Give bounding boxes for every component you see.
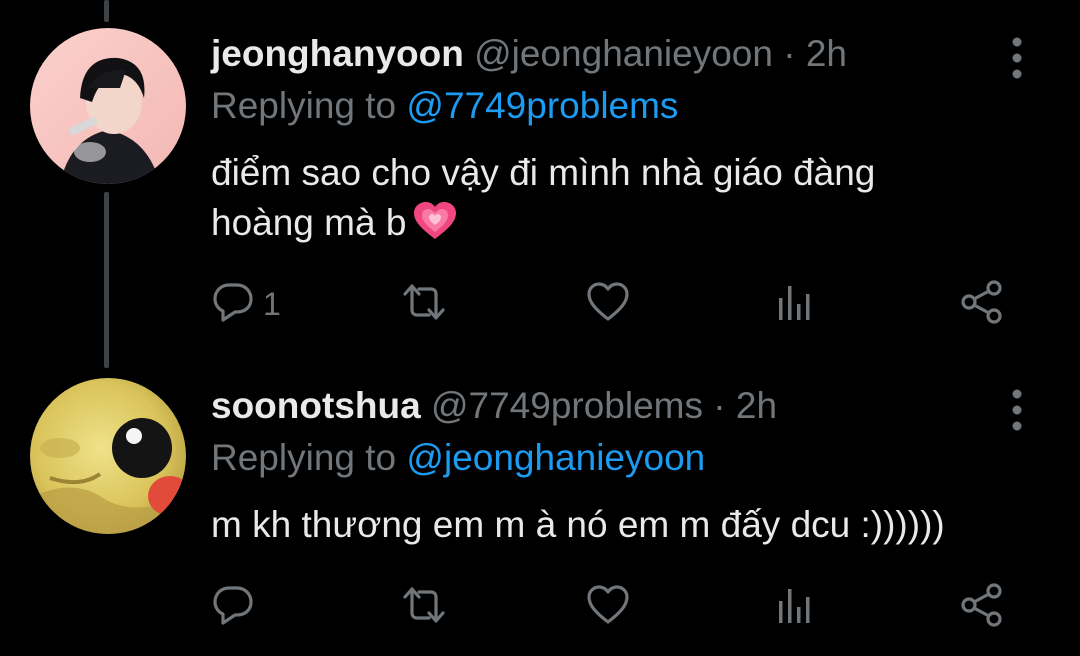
avatar[interactable] xyxy=(30,28,186,184)
reply-count: 1 xyxy=(263,285,281,322)
share-icon xyxy=(959,279,1005,330)
mention-link[interactable]: @7749problems xyxy=(406,85,678,126)
retweet-button[interactable] xyxy=(399,279,457,329)
retweet-icon xyxy=(399,280,449,329)
tweet-actions xyxy=(211,582,1031,632)
timestamp[interactable]: 2h xyxy=(806,33,847,74)
display-name[interactable]: soonotshua xyxy=(211,385,421,426)
tweet-text-line: m kh thương em m à nó em m đấy dcu :))))… xyxy=(211,504,945,545)
tweet-actions: 1 xyxy=(211,279,1031,329)
tweet-text: điểm sao cho vậy đi mình nhà giáo đàng h… xyxy=(211,148,1011,254)
more-icon[interactable] xyxy=(1004,388,1030,432)
analytics-icon xyxy=(775,583,815,632)
reply-button[interactable]: 1 xyxy=(211,279,281,329)
like-button[interactable] xyxy=(585,279,639,329)
reply-icon xyxy=(211,280,255,329)
like-icon xyxy=(585,583,631,632)
analytics-button[interactable] xyxy=(775,582,815,632)
tweet[interactable]: soonotshua @7749problems · 2h Replying t… xyxy=(0,360,1080,656)
reply-button[interactable] xyxy=(211,582,263,632)
reply-icon xyxy=(211,583,255,632)
more-icon[interactable] xyxy=(1004,36,1030,80)
avatar-image xyxy=(30,378,186,534)
share-icon xyxy=(959,582,1005,633)
tweet-header: jeonghanyoon @jeonghanieyoon · 2h xyxy=(211,30,847,78)
analytics-button[interactable] xyxy=(775,279,815,329)
analytics-icon xyxy=(775,280,815,329)
replying-prefix: Replying to xyxy=(211,85,397,126)
like-button[interactable] xyxy=(585,582,639,632)
retweet-icon xyxy=(399,583,449,632)
tweet-text-line: hoàng mà b xyxy=(211,198,1011,254)
separator-dot: · xyxy=(713,385,726,426)
tweet[interactable]: jeonghanyoon @jeonghanieyoon · 2h Replyi… xyxy=(0,0,1080,360)
replying-to: Replying to @jeonghanieyoon xyxy=(211,434,705,482)
timestamp[interactable]: 2h xyxy=(736,385,777,426)
user-handle[interactable]: @7749problems xyxy=(431,385,703,426)
growing-heart-emoji-icon xyxy=(412,201,458,254)
tweet-header: soonotshua @7749problems · 2h xyxy=(211,382,777,430)
display-name[interactable]: jeonghanyoon xyxy=(211,33,464,74)
user-handle[interactable]: @jeonghanieyoon xyxy=(474,33,773,74)
share-button[interactable] xyxy=(959,582,1005,632)
avatar[interactable] xyxy=(30,378,186,534)
share-button[interactable] xyxy=(959,279,1005,329)
separator-dot: · xyxy=(783,33,796,74)
mention-link[interactable]: @jeonghanieyoon xyxy=(406,437,705,478)
avatar-image xyxy=(30,28,186,184)
tweet-text-line: điểm sao cho vậy đi mình nhà giáo đàng xyxy=(211,152,876,193)
retweet-button[interactable] xyxy=(399,582,457,632)
tweet-text: m kh thương em m à nó em m đấy dcu :))))… xyxy=(211,500,1051,550)
like-icon xyxy=(585,280,631,329)
replying-prefix: Replying to xyxy=(211,437,397,478)
tweet-text-line-part: hoàng mà b xyxy=(211,202,407,243)
replying-to: Replying to @7749problems xyxy=(211,82,678,130)
